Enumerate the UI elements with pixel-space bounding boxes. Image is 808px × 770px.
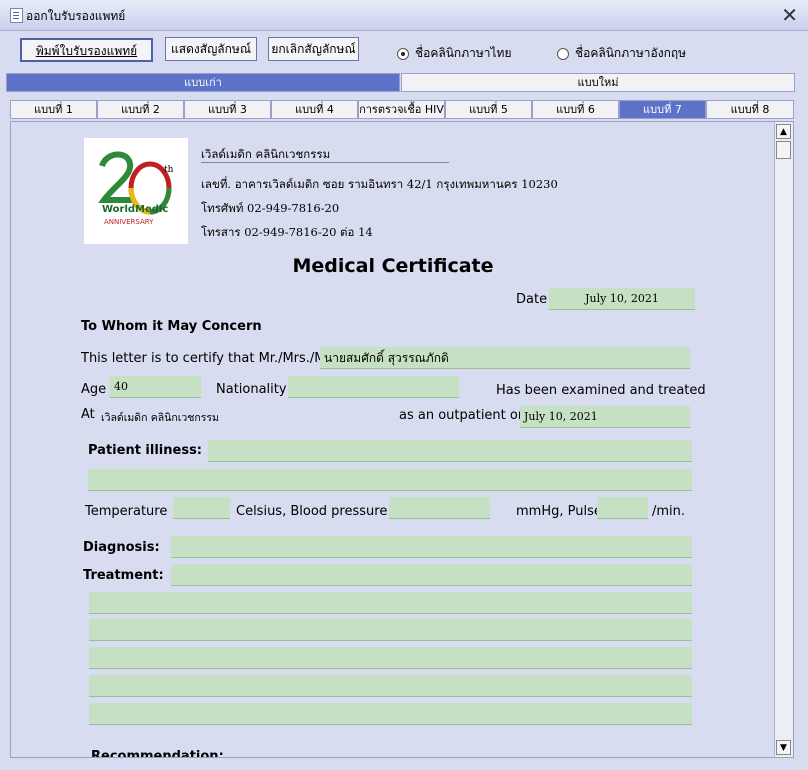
tab-form-6[interactable]: แบบที่ 6 (532, 100, 619, 119)
svg-text:WorldMedic: WorldMedic (102, 204, 168, 215)
certificate-panel: th WorldMedic ANNIVERSARY เวิลด์เมดิก คล… (10, 121, 794, 758)
mmhg-pulse-label: mmHg, Pulse (516, 504, 602, 519)
outpatient-date-field[interactable]: July 10, 2021 (520, 406, 690, 428)
temperature-label: Temperature : (85, 504, 176, 519)
to-whom-heading: To Whom it May Concern (81, 319, 262, 334)
segment-new-format[interactable]: แบบใหม่ (401, 73, 795, 92)
tab-form-3[interactable]: แบบที่ 3 (184, 100, 271, 119)
celsius-bp-label: Celsius, Blood pressure : (236, 504, 396, 519)
treatment-field-5[interactable] (89, 675, 692, 697)
radio-thai-clinic-name[interactable]: ชื่อคลินิกภาษาไทย (397, 44, 511, 63)
pulse-field[interactable] (597, 497, 648, 519)
vertical-scrollbar[interactable]: ▲ ▼ (774, 122, 793, 757)
treatment-field-4[interactable] (89, 647, 692, 669)
date-field[interactable]: July 10, 2021 (549, 288, 695, 310)
title-bar: ออกใบรับรองแพทย์ ✕ (0, 0, 808, 31)
treatment-field-3[interactable] (89, 619, 692, 641)
print-certificate-label: พิมพ์ใบรับรองแพทย์ (35, 44, 138, 58)
template-tabs: แบบที่ 1 แบบที่ 2 แบบที่ 3 แบบที่ 4 การต… (10, 100, 794, 119)
print-certificate-button[interactable]: พิมพ์ใบรับรองแพทย์ (20, 38, 153, 62)
tab-form-1[interactable]: แบบที่ 1 (10, 100, 97, 119)
outpatient-label: as an outpatient on (399, 408, 527, 423)
at-clinic-value: เวิลด์เมดิก คลินิกเวชกรรม (101, 412, 219, 424)
radio-english-dot[interactable] (557, 47, 569, 60)
clinic-address: เลขที่. อาคารเวิลด์เมดิก ซอย รามอินทรา 4… (201, 177, 558, 191)
blood-pressure-field[interactable] (389, 497, 490, 519)
treatment-field-1[interactable] (171, 564, 692, 586)
radio-english-clinic-name[interactable]: ชื่อคลินิกภาษาอังกฤษ (557, 44, 686, 63)
treatment-field-2[interactable] (89, 592, 692, 614)
tab-form-7[interactable]: แบบที่ 7 (619, 100, 706, 119)
certify-label: This letter is to certify that Mr./Mrs./… (81, 351, 343, 366)
document-icon (10, 8, 23, 23)
nationality-label: Nationality (216, 382, 287, 397)
age-label: Age (81, 382, 107, 397)
show-signature-button[interactable]: แสดงสัญลักษณ์ (165, 37, 257, 61)
diagnosis-label: Diagnosis: (83, 540, 160, 555)
certificate-title: Medical Certificate (292, 255, 494, 277)
tab-form-4[interactable]: แบบที่ 4 (271, 100, 358, 119)
scroll-thumb[interactable] (776, 141, 791, 159)
radio-english-label: ชื่อคลินิกภาษาอังกฤษ (575, 46, 687, 60)
patient-name-field[interactable]: นายสมศักดิ์ สุวรรณภักดิ (320, 347, 690, 369)
clinic-logo: th WorldMedic ANNIVERSARY (84, 138, 188, 244)
radio-thai-dot[interactable] (397, 47, 409, 60)
per-minute-label: /min. (652, 504, 686, 519)
at-label: At (81, 407, 95, 422)
nationality-field[interactable] (288, 376, 459, 398)
anniversary-logo-icon: th WorldMedic ANNIVERSARY (98, 151, 174, 226)
recommendation-label: Recommendation: (91, 749, 224, 758)
treatment-field-6[interactable] (89, 703, 692, 725)
age-field[interactable]: 40 (110, 376, 201, 398)
clinic-fax: โทรสาร 02-949-7816-20 ต่อ 14 (201, 225, 373, 239)
examined-label: Has been examined and treated (496, 383, 706, 398)
window-title: ออกใบรับรองแพทย์ (26, 9, 126, 23)
svg-text:th: th (164, 165, 174, 175)
diagnosis-field[interactable] (171, 536, 692, 558)
patient-illness-label: Patient illiness: (88, 443, 203, 458)
date-label: Date (516, 292, 548, 307)
radio-thai-label: ชื่อคลินิกภาษาไทย (415, 46, 512, 60)
temperature-field[interactable] (173, 497, 230, 519)
scroll-up-arrow-icon[interactable]: ▲ (776, 124, 791, 139)
segment-old-format[interactable]: แบบเก่า (6, 73, 400, 92)
close-button[interactable]: ✕ (781, 3, 798, 27)
tab-form-8[interactable]: แบบที่ 8 (706, 100, 794, 119)
scroll-down-arrow-icon[interactable]: ▼ (776, 740, 791, 755)
treatment-label: Treatment: (83, 568, 164, 583)
tab-form-2[interactable]: แบบที่ 2 (97, 100, 184, 119)
patient-illness-field-1[interactable] (208, 440, 692, 462)
clinic-phone: โทรศัพท์ 02-949-7816-20 (201, 201, 340, 215)
svg-text:ANNIVERSARY: ANNIVERSARY (104, 218, 154, 226)
tab-hiv-test[interactable]: การตรวจเชื้อ HIV (358, 100, 445, 119)
clinic-name-divider (201, 162, 449, 163)
tab-form-5[interactable]: แบบที่ 5 (445, 100, 532, 119)
cancel-signature-button[interactable]: ยกเลิกสัญลักษณ์ (268, 37, 359, 61)
patient-illness-field-2[interactable] (88, 469, 692, 491)
